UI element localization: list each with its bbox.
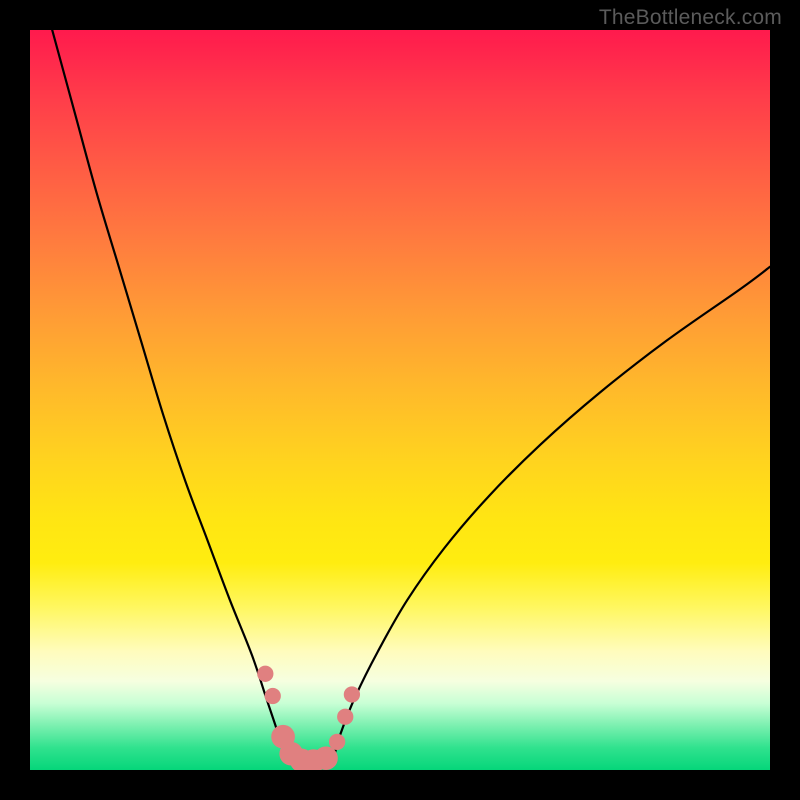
chart-svg [30,30,770,770]
watermark-text: TheBottleneck.com [599,6,782,30]
series-left-arm [52,30,285,759]
valley-marker [344,686,360,702]
valley-marker [337,709,353,725]
valley-marker [329,734,345,750]
valley-marker [257,666,273,682]
chart-plot-area [30,30,770,770]
valley-marker [265,688,281,704]
series-right-arm [333,267,770,759]
chart-frame: TheBottleneck.com [0,0,800,800]
valley-marker [314,746,338,770]
